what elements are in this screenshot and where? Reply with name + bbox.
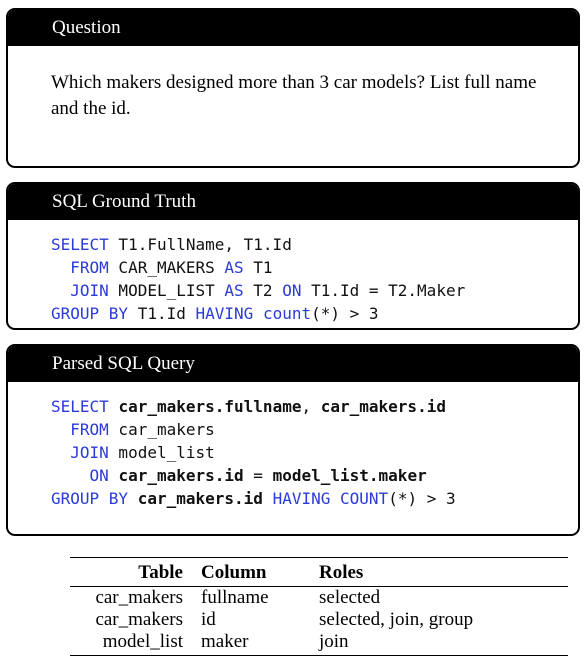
table-bottom-rule <box>70 655 568 656</box>
header-column: Column <box>183 559 307 587</box>
table-header-row: Table Column Roles <box>70 559 568 587</box>
sql-text: = <box>243 466 273 485</box>
sql-text: T1.FullName, T1.Id <box>108 235 292 254</box>
sql-keyword: SELECT <box>51 235 109 254</box>
roles-table: Table Column Roles car_makers fullname s… <box>70 559 568 653</box>
sql-keyword: JOIN <box>70 281 109 300</box>
ground-truth-code: SELECT T1.FullName, T1.Id FROM CAR_MAKER… <box>51 233 578 325</box>
sql-indent <box>51 420 70 439</box>
sql-function: count <box>262 304 312 323</box>
sql-text: T1.Id <box>128 304 196 323</box>
cell-column: fullname <box>201 587 269 608</box>
sql-indent <box>51 258 70 277</box>
cell-column: id <box>201 609 216 630</box>
sql-column-bold: car_makers.id <box>137 489 263 508</box>
cell-table: car_makers <box>95 587 183 608</box>
table-top-rule <box>70 557 568 558</box>
question-header: Question <box>8 10 578 46</box>
table-row: model_list maker join <box>70 631 568 653</box>
sql-column-bold: car_makers.id <box>118 466 244 485</box>
question-text: Which makers designed more than 3 car mo… <box>51 72 537 119</box>
question-box: Question Which makers designed more than… <box>6 8 580 168</box>
parsed-query-header: Parsed SQL Query <box>8 346 578 382</box>
sql-keyword: GROUP BY <box>51 304 129 323</box>
sql-keyword: FROM <box>70 420 109 439</box>
sql-text: car_makers <box>108 420 215 439</box>
sql-text: MODEL_LIST <box>108 281 225 300</box>
cell-column: maker <box>201 631 249 652</box>
sql-keyword: SELECT <box>51 397 109 416</box>
sql-keyword: ON <box>282 281 302 300</box>
sql-keyword: AS <box>224 281 244 300</box>
parsed-query-code: SELECT car_makers.fullname, car_makers.i… <box>51 395 578 510</box>
cell-table: car_makers <box>95 609 183 630</box>
table-row: car_makers id selected, join, group <box>70 609 568 631</box>
sql-text: T2 <box>243 281 283 300</box>
sql-keyword: AS <box>224 258 244 277</box>
sql-keyword: HAVING <box>272 489 331 508</box>
sql-column-bold: model_list.maker <box>272 466 427 485</box>
sql-indent <box>51 466 90 485</box>
sql-text: , <box>301 397 321 416</box>
sql-indent <box>51 443 70 462</box>
sql-keyword: FROM <box>70 258 109 277</box>
sql-indent <box>51 281 70 300</box>
sql-keyword: ON <box>89 466 109 485</box>
sql-keyword: HAVING <box>195 304 254 323</box>
sql-text: CAR_MAKERS <box>108 258 225 277</box>
cell-roles: selected, join, group <box>319 609 474 630</box>
sql-column-bold: car_makers.id <box>320 397 446 416</box>
sql-text: T1 <box>243 258 273 277</box>
sql-text: T1.Id = T2.Maker <box>301 281 466 300</box>
sql-text: (*) > 3 <box>388 489 456 508</box>
sql-keyword: GROUP BY <box>51 489 129 508</box>
cell-table: model_list <box>102 631 183 652</box>
cell-roles: join <box>319 631 349 652</box>
sql-text: model_list <box>108 443 215 462</box>
sql-column-bold: car_makers.fullname <box>118 397 302 416</box>
sql-keyword: JOIN <box>70 443 109 462</box>
ground-truth-box: SQL Ground Truth SELECT T1.FullName, T1.… <box>6 182 580 330</box>
cell-roles: selected <box>319 587 381 608</box>
sql-text: (*) > 3 <box>311 304 379 323</box>
table-row: car_makers fullname selected <box>70 587 568 610</box>
sql-function: COUNT <box>340 489 389 508</box>
parsed-query-box: Parsed SQL Query SELECT car_makers.fulln… <box>6 344 580 536</box>
header-table: Table <box>70 559 183 587</box>
ground-truth-header: SQL Ground Truth <box>8 184 578 220</box>
header-roles: Roles <box>307 559 568 587</box>
